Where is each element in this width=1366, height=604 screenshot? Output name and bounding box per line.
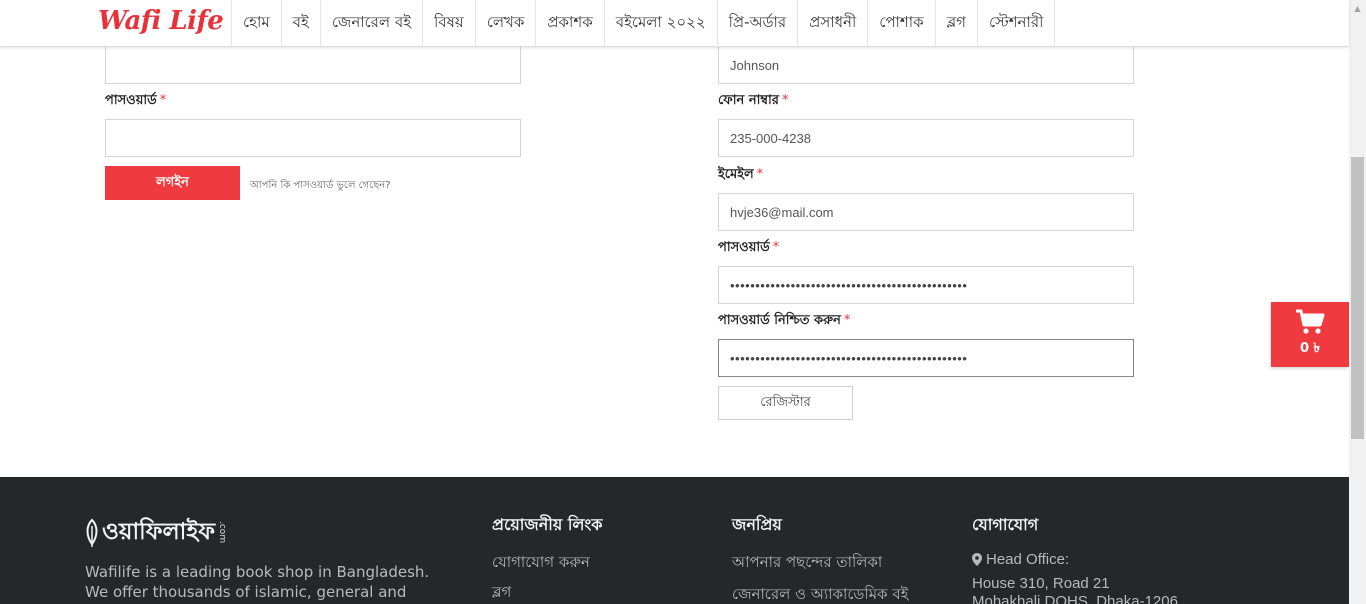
required-mark: * — [756, 167, 764, 182]
footer-link-blog[interactable]: ব্লগ — [492, 581, 511, 604]
nav-item-general-books[interactable]: জেনারেল বই — [319, 0, 422, 46]
email-field[interactable]: hvje36@mail.com — [718, 193, 1134, 231]
phone-label: ফোন নাম্বার * — [718, 91, 788, 112]
login-password-field[interactable] — [105, 119, 521, 157]
register-button[interactable]: রেজিস্টার — [718, 386, 853, 420]
scrollbar-thumb[interactable] — [1351, 157, 1364, 439]
footer-logo[interactable]: ওয়াফিলাইফ .com — [85, 513, 227, 552]
site-footer: ওয়াফিলাইফ .com Wafilife is a leading bo… — [0, 477, 1349, 604]
footer-logo-suffix: .com — [217, 521, 228, 544]
nav-item-subjects[interactable]: বিষয় — [422, 0, 475, 46]
login-button[interactable]: লগইন — [105, 166, 240, 200]
cart-total: 0 ৳ — [1299, 341, 1321, 356]
footer-link-wishlist[interactable]: আপনার পছন্দের তালিকা — [732, 551, 882, 576]
footer-contact-heading: যোগাযোগ — [972, 515, 1039, 534]
login-password-label-text: পাসওয়ার্ড — [105, 93, 157, 108]
nav-item-blog[interactable]: ব্লগ — [934, 0, 977, 46]
footer-description: Wafilife is a leading book shop in Bangl… — [85, 563, 430, 604]
last-name-field[interactable]: Johnson — [718, 46, 1134, 84]
nav-item-book-fair[interactable]: বইমেলা ২০২২ — [603, 0, 717, 46]
head-office-row: Head Office: — [972, 551, 1069, 568]
nav-item-authors[interactable]: লেখক — [474, 0, 536, 46]
nav-item-clothing[interactable]: পোশাক — [867, 0, 934, 46]
address-line-2: Mohakhali DOHS, Dhaka-1206 — [972, 593, 1178, 604]
shopping-cart-icon — [1296, 309, 1325, 334]
email-label: ইমেইল * — [718, 165, 763, 186]
site-logo[interactable]: Wafi Life — [98, 6, 224, 36]
register-password-label-text: পাসওয়ার্ড — [718, 240, 770, 255]
nav-item-publishers[interactable]: প্রকাশক — [535, 0, 603, 46]
map-marker-icon — [972, 553, 982, 566]
required-mark: * — [843, 313, 851, 328]
required-mark: * — [772, 240, 780, 255]
footer-logo-text: ওয়াফিলাইফ — [102, 519, 216, 545]
register-password-label: পাসওয়ার্ড * — [718, 238, 779, 259]
floating-cart-button[interactable]: 0 ৳ — [1271, 302, 1349, 367]
footer-link-general-academic[interactable]: জেনারেল ও অ্যাকাডেমিক বই — [732, 583, 908, 604]
leaf-icon — [86, 518, 98, 547]
footer-links-heading: প্রয়োজনীয় লিংক — [492, 515, 603, 534]
phone-field[interactable]: 235-000-4238 — [718, 119, 1134, 157]
password-mask: ••••••••••••••••••••••••••••••••••••••••… — [730, 277, 968, 293]
head-office-label: Head Office: — [986, 551, 1070, 568]
main-nav: হোম বই জেনারেল বই বিষয় লেখক প্রকাশক বইম… — [231, 0, 1056, 46]
confirm-password-label-text: পাসওয়ার্ড নিশ্চিত করুন — [718, 313, 841, 328]
required-mark: * — [781, 93, 789, 108]
nav-item-books[interactable]: বই — [280, 0, 320, 46]
scroll-up-arrow-icon[interactable]: ▲ — [1349, 0, 1366, 17]
nav-item-pre-order[interactable]: প্রি-অর্ডার — [716, 0, 798, 46]
footer-link-contact[interactable]: যোগাযোগ করুন — [492, 551, 590, 576]
confirm-password-field[interactable]: ••••••••••••••••••••••••••••••••••••••••… — [718, 339, 1134, 377]
username-field[interactable] — [105, 46, 521, 84]
login-password-label: পাসওয়ার্ড * — [105, 91, 166, 112]
required-mark: * — [159, 93, 167, 108]
nav-item-home[interactable]: হোম — [231, 0, 281, 46]
nav-item-stationery[interactable]: স্টেশনারী — [976, 0, 1056, 46]
phone-label-text: ফোন নাম্বার — [718, 93, 779, 108]
address-line-1: House 310, Road 21 — [972, 575, 1110, 592]
nav-item-cosmetics[interactable]: প্রসাধনী — [797, 0, 867, 46]
confirm-password-label: পাসওয়ার্ড নিশ্চিত করুন * — [718, 311, 850, 332]
page-scrollbar[interactable]: ▲ — [1349, 0, 1366, 604]
footer-popular-heading: জনপ্রিয় — [732, 515, 782, 534]
confirm-password-mask: ••••••••••••••••••••••••••••••••••••••••… — [730, 350, 968, 366]
email-label-text: ইমেইল — [718, 167, 754, 182]
forgot-password-link[interactable]: আপনি কি পাসওয়ার্ড ভুলে গেছেন? — [250, 178, 391, 195]
register-password-field[interactable]: ••••••••••••••••••••••••••••••••••••••••… — [718, 266, 1134, 304]
site-header: Wafi Life হোম বই জেনারেল বই বিষয় লেখক প… — [0, 0, 1349, 47]
